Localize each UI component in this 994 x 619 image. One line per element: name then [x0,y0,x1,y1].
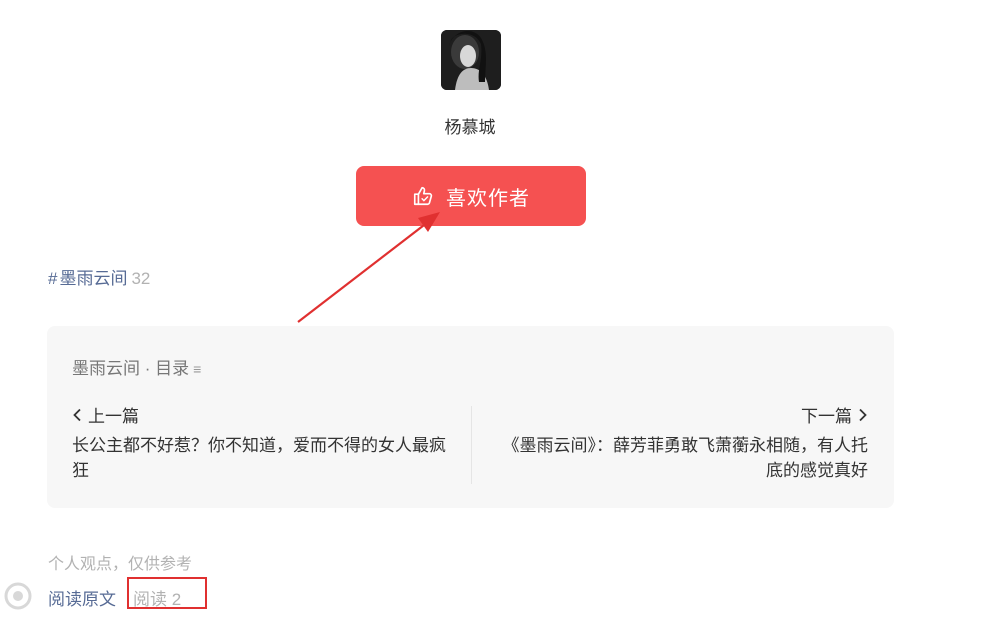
annotation-arrow [297,212,440,323]
